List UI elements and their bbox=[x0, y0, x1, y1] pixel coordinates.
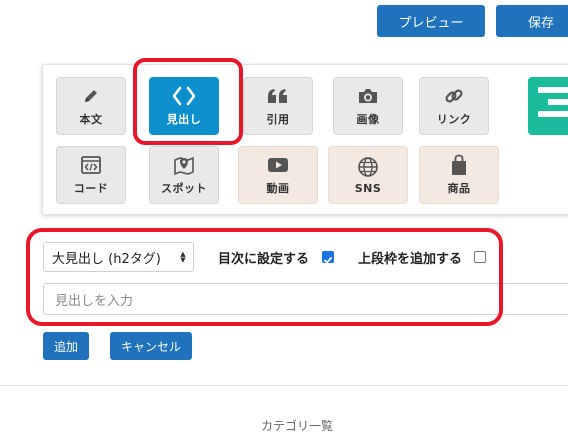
map-pin-icon bbox=[173, 154, 195, 176]
block-video-button[interactable]: 動画 bbox=[238, 146, 318, 204]
highlight-heading-form bbox=[26, 228, 503, 326]
link-icon bbox=[444, 85, 464, 107]
block-quote-button[interactable]: 引用 bbox=[243, 77, 313, 135]
quote-icon bbox=[267, 85, 289, 107]
save-button[interactable]: 保存 bbox=[496, 5, 568, 37]
block-table-button[interactable] bbox=[528, 77, 568, 135]
shopping-bag-icon bbox=[450, 154, 468, 176]
block-product-button[interactable]: 商品 bbox=[419, 146, 499, 204]
play-icon bbox=[267, 154, 289, 176]
list-icon bbox=[538, 87, 568, 117]
block-link-button[interactable]: リンク bbox=[419, 77, 489, 135]
code-window-icon bbox=[80, 154, 102, 176]
add-button[interactable]: 追加 bbox=[43, 332, 89, 360]
preview-button[interactable]: プレビュー bbox=[377, 5, 485, 37]
block-code-button[interactable]: コード bbox=[56, 146, 126, 204]
pencil-icon bbox=[82, 85, 100, 107]
block-text-button[interactable]: 本文 bbox=[56, 77, 126, 135]
block-spot-button[interactable]: スポット bbox=[149, 146, 219, 204]
globe-icon bbox=[357, 156, 379, 178]
highlight-heading-tile bbox=[133, 58, 243, 145]
category-list-heading: カテゴリ一覧 bbox=[261, 419, 334, 433]
block-sns-button[interactable]: SNS bbox=[328, 146, 408, 204]
divider bbox=[0, 385, 568, 386]
block-image-button[interactable]: 画像 bbox=[333, 77, 403, 135]
camera-icon bbox=[357, 85, 379, 107]
cancel-button[interactable]: キャンセル bbox=[110, 332, 192, 360]
